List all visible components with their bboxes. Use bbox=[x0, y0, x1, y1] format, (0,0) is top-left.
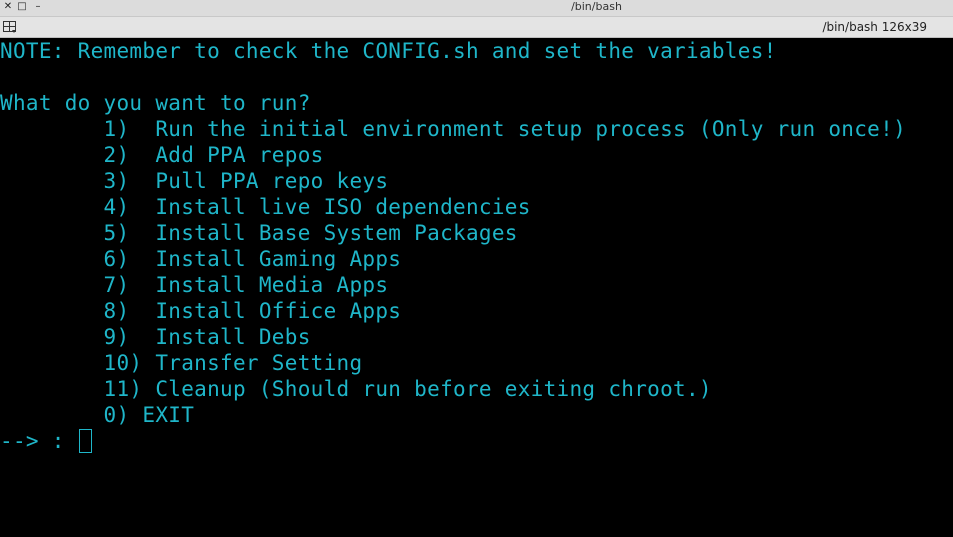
prompt-text: --> : bbox=[0, 429, 78, 453]
tab-bar: /bin/bash 126x39 bbox=[0, 17, 953, 38]
terminal-window: ✕ □ – /bin/bash /bin/bash 126x39 NOTE: R… bbox=[0, 0, 953, 537]
menu-option: 10) Transfer Setting bbox=[0, 351, 363, 375]
menu-option: 2) Add PPA repos bbox=[0, 143, 324, 167]
menu-option: 7) Install Media Apps bbox=[0, 273, 389, 297]
question-line: What do you want to run? bbox=[0, 91, 311, 115]
menu-option: 11) Cleanup (Should run before exiting c… bbox=[0, 377, 712, 401]
text-cursor[interactable] bbox=[78, 429, 92, 453]
menu-option: 4) Install live ISO dependencies bbox=[0, 195, 531, 219]
menu-option: 3) Pull PPA repo keys bbox=[0, 169, 389, 193]
menu-option: 6) Install Gaming Apps bbox=[0, 247, 402, 271]
menu-option: 8) Install Office Apps bbox=[0, 299, 402, 323]
menu-option: 5) Install Base System Packages bbox=[0, 221, 518, 245]
title-bar[interactable]: ✕ □ – /bin/bash bbox=[0, 0, 953, 17]
terminal-output[interactable]: NOTE: Remember to check the CONFIG.sh an… bbox=[0, 38, 953, 537]
window-title: /bin/bash bbox=[571, 0, 622, 13]
tab-terminal[interactable]: /bin/bash 126x39 bbox=[822, 19, 927, 35]
tab-menu-icon[interactable] bbox=[2, 19, 18, 35]
menu-option: 1) Run the initial environment setup pro… bbox=[0, 117, 907, 141]
menu-option: 9) Install Debs bbox=[0, 325, 311, 349]
prompt-line[interactable]: --> : bbox=[0, 428, 92, 454]
menu-option: 0) EXIT bbox=[0, 403, 195, 427]
note-line: NOTE: Remember to check the CONFIG.sh an… bbox=[0, 39, 777, 63]
